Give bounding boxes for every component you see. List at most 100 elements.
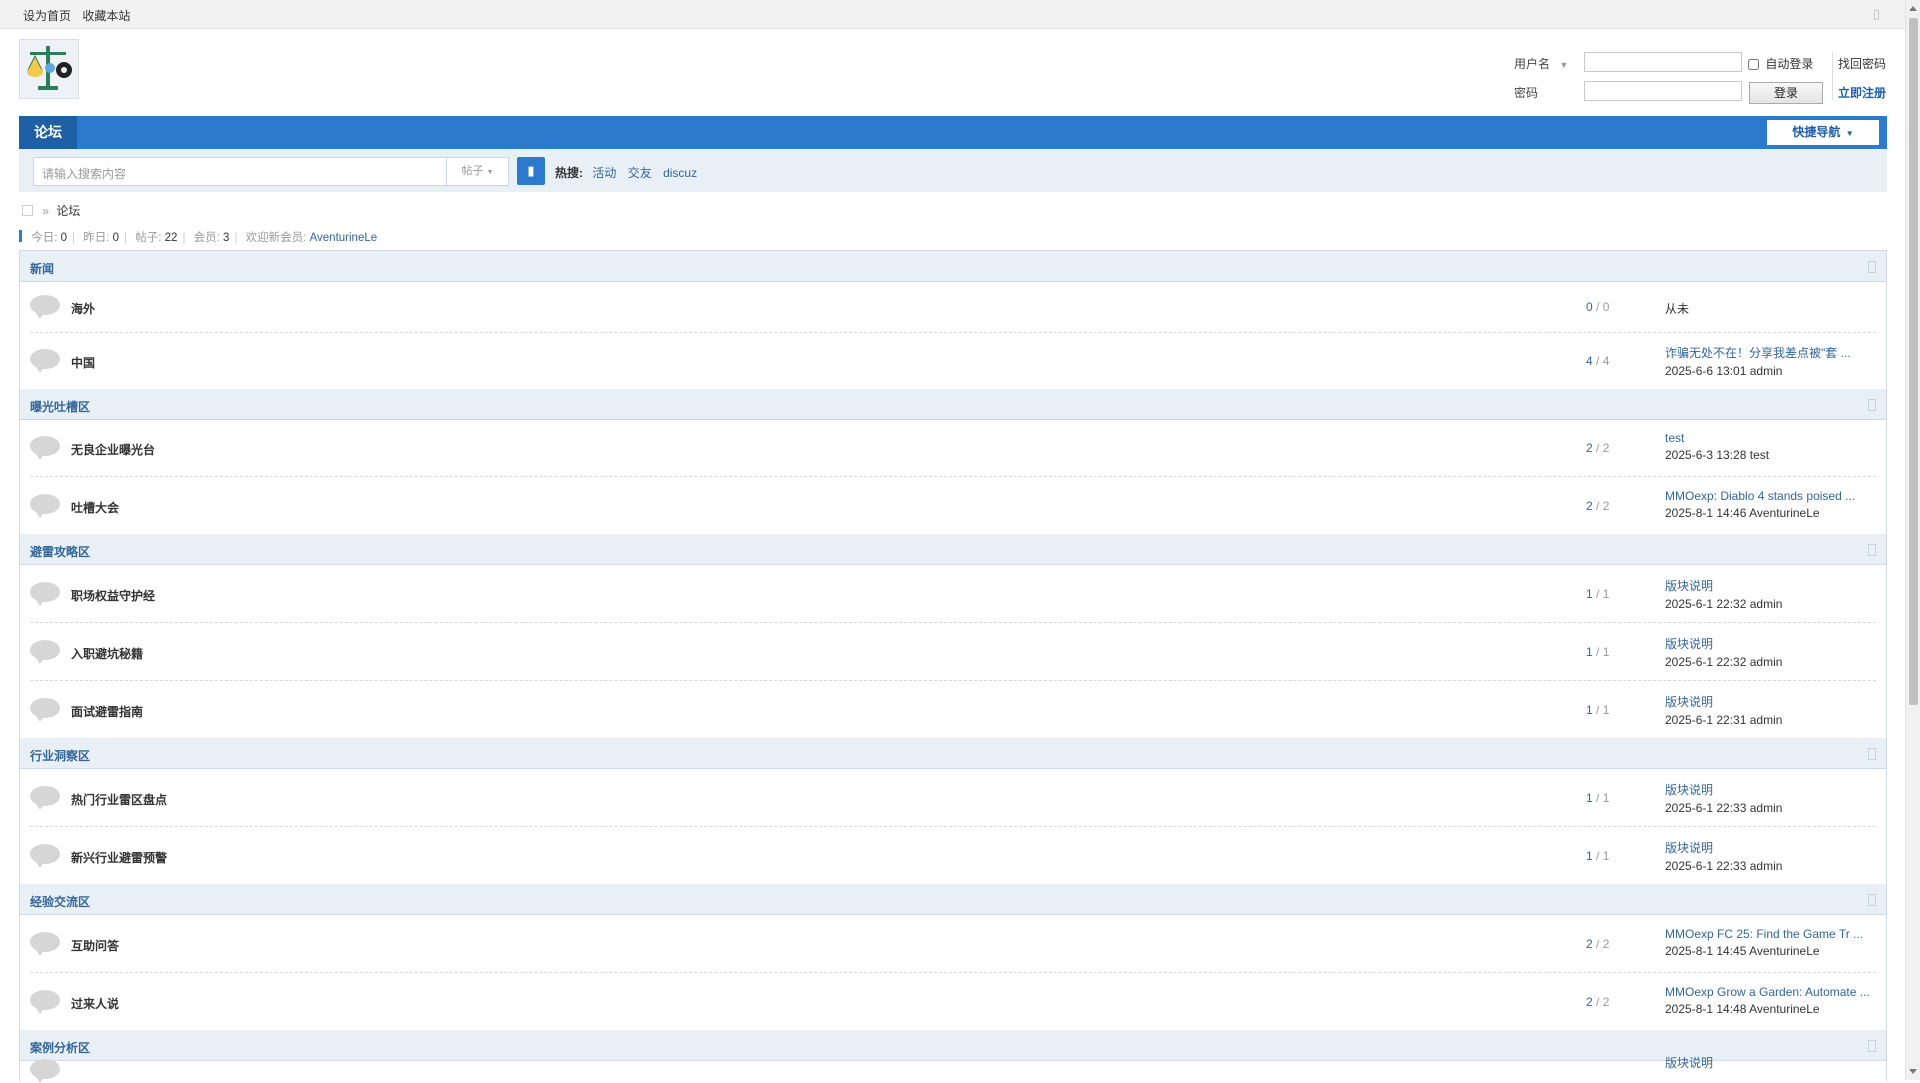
forum-bubble-icon[interactable]: [30, 436, 60, 460]
forum-counts: 2 / 2: [1586, 499, 1610, 513]
topbar-toggle-icon[interactable]: ▯: [1873, 6, 1880, 22]
hot-search-term[interactable]: discuz: [663, 166, 697, 180]
thread-count: 2: [1586, 937, 1593, 951]
category-header: 新闻: [20, 250, 1886, 282]
scales-gear-logo-icon: [27, 46, 72, 90]
category-title[interactable]: 行业洞察区: [30, 747, 90, 764]
username-input[interactable]: [1584, 52, 1742, 72]
collapse-icon[interactable]: [1868, 748, 1876, 760]
last-post-title[interactable]: MMOexp Grow a Garden: Automate ...: [1665, 985, 1870, 999]
caret-down-icon: ▼: [486, 169, 494, 176]
forum-bubble-icon[interactable]: [30, 494, 60, 518]
hot-search-term[interactable]: 活动: [592, 166, 616, 180]
category-title[interactable]: 曝光吐槽区: [30, 398, 90, 415]
auto-login-checkbox[interactable]: [1748, 59, 1759, 70]
last-post-title[interactable]: 诈骗无处不在！分享我差点被"套 ...: [1665, 344, 1851, 361]
category-title[interactable]: 避雷攻略区: [30, 543, 90, 560]
tab-forum[interactable]: 论坛: [19, 116, 77, 149]
forum-bubble-icon[interactable]: [30, 295, 60, 319]
collapse-icon[interactable]: [1868, 544, 1876, 556]
forum-bubble-icon[interactable]: [30, 990, 60, 1014]
search-input[interactable]: 请输入搜索内容: [33, 157, 447, 186]
vertical-scrollbar[interactable]: [1905, 0, 1920, 1080]
forum-name[interactable]: 无良企业曝光台: [71, 441, 155, 458]
forum-name[interactable]: 吐槽大会: [71, 499, 119, 516]
forum-bubble-icon[interactable]: [30, 640, 60, 664]
collapse-icon[interactable]: [1868, 1040, 1876, 1052]
stats-members: 3: [223, 232, 230, 244]
forum-counts: 1 / 1: [1586, 791, 1610, 805]
forum-counts: 0 / 0: [1586, 300, 1610, 314]
thread-count: 0: [1586, 300, 1593, 314]
forum-name[interactable]: 面试避雷指南: [71, 703, 143, 720]
home-icon[interactable]: [22, 205, 33, 216]
collapse-icon[interactable]: [1868, 399, 1876, 411]
hot-search-term[interactable]: 交友: [628, 166, 652, 180]
forum-bubble-icon[interactable]: [30, 932, 60, 956]
forum-bubble-icon[interactable]: [30, 786, 60, 810]
last-post-meta: 2025-6-6 13:01 admin: [1665, 364, 1783, 378]
last-post-title[interactable]: MMOexp FC 25: Find the Game Tr ...: [1665, 927, 1863, 941]
scroll-up-arrow-icon[interactable]: [1909, 6, 1917, 11]
forum-bubble-icon[interactable]: [30, 349, 60, 373]
forum-counts: 2 / 2: [1586, 441, 1610, 455]
quick-nav-button[interactable]: 快捷导航 ▼: [1767, 120, 1879, 145]
password-label: 密码: [1514, 86, 1539, 100]
last-post-meta: 2025-8-1 14:46 AventurineLe: [1665, 506, 1820, 520]
newest-member-link[interactable]: AventurineLe: [310, 232, 378, 244]
set-homepage-link[interactable]: 设为首页: [23, 9, 71, 23]
auto-login-option[interactable]: 自动登录: [1748, 55, 1813, 72]
forum-name[interactable]: 新兴行业避雷预警: [71, 849, 167, 866]
category-title[interactable]: 案例分析区: [30, 1039, 90, 1056]
forum-bubble-icon[interactable]: [30, 1059, 60, 1083]
collapse-icon[interactable]: [1868, 261, 1876, 273]
register-link[interactable]: 立即注册: [1838, 84, 1886, 101]
last-post-title[interactable]: 版块说明: [1665, 577, 1782, 594]
category-header: 经验交流区: [20, 884, 1886, 915]
forum-name[interactable]: 热门行业雷区盘点: [71, 791, 167, 808]
scroll-down-arrow-icon[interactable]: [1909, 1069, 1917, 1074]
forum-name[interactable]: 海外: [71, 300, 95, 317]
forum-name[interactable]: 过来人说: [71, 995, 119, 1012]
breadcrumb-current[interactable]: 论坛: [56, 204, 80, 218]
last-post-title[interactable]: 版块说明: [1665, 839, 1782, 856]
last-post-title[interactable]: MMOexp: Diablo 4 stands poised ...: [1665, 489, 1855, 503]
last-post-title[interactable]: 版块说明: [1665, 635, 1782, 652]
collapse-icon[interactable]: [1868, 894, 1876, 906]
forum-bubble-icon[interactable]: [30, 698, 60, 722]
category-header: 行业洞察区: [20, 738, 1886, 769]
forum-row: 版块说明: [30, 1056, 1876, 1083]
category-title[interactable]: 经验交流区: [30, 893, 90, 910]
scrollbar-thumb[interactable]: [1909, 18, 1918, 705]
login-button[interactable]: 登录: [1749, 82, 1823, 104]
forum-bubble-icon[interactable]: [30, 582, 60, 606]
last-post-meta: 2025-8-1 14:48 AventurineLe: [1665, 1002, 1820, 1016]
chevron-down-icon[interactable]: ▼: [1559, 60, 1568, 70]
site-logo[interactable]: [19, 39, 79, 99]
last-post-title[interactable]: test: [1665, 431, 1769, 445]
forum-name[interactable]: 入职避坑秘籍: [71, 645, 143, 662]
thread-count: 2: [1586, 441, 1593, 455]
forum-row: 过来人说 2 / 2 MMOexp Grow a Garden: Automate …: [30, 973, 1876, 1030]
search-type-select[interactable]: 帖子 ▼: [447, 157, 509, 186]
last-post-title[interactable]: 版块说明: [1665, 693, 1782, 710]
password-input[interactable]: [1584, 81, 1742, 101]
post-count: 1: [1602, 791, 1610, 805]
search-bar: 请输入搜索内容 帖子 ▼ ▮ 热搜: 活动 交友 discuz: [19, 149, 1887, 192]
forum-name[interactable]: 职场权益守护经: [71, 587, 155, 604]
search-button[interactable]: ▮: [517, 157, 545, 185]
find-password-link[interactable]: 找回密码: [1838, 55, 1886, 72]
category-header: 曝光吐槽区: [20, 389, 1886, 420]
stats-posts: 22: [164, 232, 178, 244]
last-post-title[interactable]: 版块说明: [1665, 781, 1782, 798]
post-count: 1: [1602, 849, 1610, 863]
forum-bubble-icon[interactable]: [30, 844, 60, 868]
thread-count: 1: [1586, 791, 1593, 805]
bookmark-site-link[interactable]: 收藏本站: [82, 9, 130, 23]
last-post-title[interactable]: 版块说明: [1665, 1054, 1713, 1071]
forum-name[interactable]: 互助问答: [71, 937, 119, 954]
forum-name[interactable]: 中国: [71, 354, 95, 371]
category-title[interactable]: 新闻: [30, 260, 54, 277]
last-post: test 2025-6-3 13:28 test: [1665, 431, 1769, 462]
last-post: 版块说明: [1665, 1054, 1713, 1074]
